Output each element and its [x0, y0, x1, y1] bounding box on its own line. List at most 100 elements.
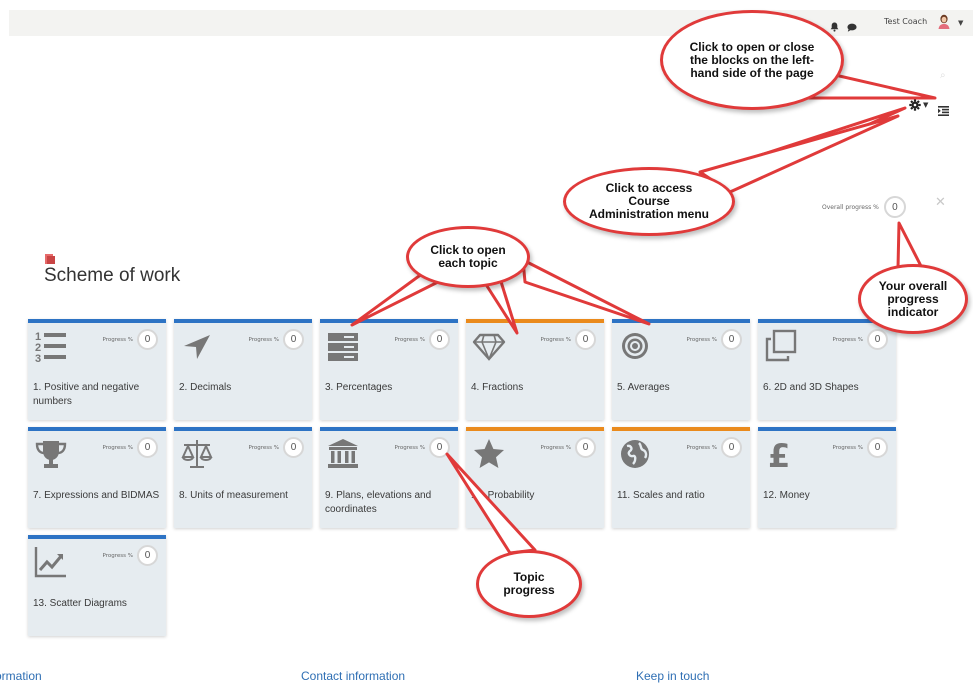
topic-name[interactable]: 7. Expressions and BIDMAS — [33, 489, 162, 503]
footer-link-keep-in-touch[interactable]: Keep in touch — [636, 669, 709, 683]
topic-tile[interactable]: Progress % 0 6. 2D and 3D Shapes — [758, 319, 896, 420]
topic-progress: Progress % 0 — [249, 329, 304, 350]
balance-scale-icon — [180, 437, 214, 471]
topic-grid: 1 2 3 Progress % 0 1. Positive and negative n… — [28, 319, 896, 636]
topic-name[interactable]: 2. Decimals — [179, 381, 308, 395]
topic-progress-ring: 0 — [137, 329, 158, 350]
topic-progress-label: Progress % — [832, 444, 863, 451]
topic-tile[interactable]: Progress % 0 13. Scatter Diagrams — [28, 535, 166, 636]
location-arrow-icon — [180, 329, 214, 363]
topic-tile[interactable]: Progress % 0 2. Decimals — [174, 319, 312, 420]
callout-open-topic: Click to open each topic — [406, 226, 530, 288]
avatar[interactable] — [937, 14, 951, 33]
chat-icon[interactable] — [847, 17, 857, 36]
topic-tile[interactable]: 1 2 3 Progress % 0 1. Positive and negative n… — [28, 319, 166, 420]
callout-topic-progress: Topic progress — [476, 550, 582, 618]
topic-progress-label: Progress % — [394, 336, 425, 343]
topic-progress: Progress % 0 — [687, 437, 742, 458]
numbered-list-icon: 123 — [34, 329, 68, 365]
topic-progress: Progress % 0 — [395, 329, 450, 350]
topic-progress-label: Progress % — [686, 336, 717, 343]
target-icon — [618, 329, 652, 363]
topic-progress: Progress % 0 — [833, 329, 888, 350]
topic-progress-label: Progress % — [540, 336, 571, 343]
course-admin-menu[interactable]: ▼ — [909, 99, 928, 111]
topic-progress-ring: 0 — [575, 437, 596, 458]
topic-tile[interactable]: Progress % 0 8. Units of measurement — [174, 427, 312, 528]
footer-link-contact-information[interactable]: Contact information — [301, 669, 405, 683]
callout-blocks-text: Click to open or close the blocks on the… — [689, 39, 815, 80]
topic-name[interactable]: 10. Probability — [471, 489, 600, 503]
topic-progress: Progress % 0 — [395, 437, 450, 458]
topic-name[interactable]: 3. Percentages — [325, 381, 454, 395]
topic-progress: Progress % 0 — [249, 437, 304, 458]
user-name[interactable]: Test Coach — [884, 17, 927, 26]
topic-progress-ring: 0 — [429, 437, 450, 458]
callout-overall: Your overall progress indicator — [858, 264, 968, 334]
topic-progress-label: Progress % — [102, 336, 133, 343]
callout-pointer-overall — [896, 221, 924, 270]
topic-name[interactable]: 4. Fractions — [471, 381, 600, 395]
blocks-drawer-toggle[interactable] — [938, 101, 949, 120]
indent-list-icon[interactable] — [938, 106, 949, 116]
topic-name[interactable]: 6. 2D and 3D Shapes — [763, 381, 892, 395]
topic-name[interactable]: 11. Scales and ratio — [617, 489, 746, 503]
topic-progress-ring: 0 — [867, 329, 888, 350]
topic-tile[interactable]: Progress % 0 7. Expressions and BIDMAS — [28, 427, 166, 528]
diamond-icon — [472, 329, 506, 363]
topic-name[interactable]: 5. Averages — [617, 381, 746, 395]
topic-tile[interactable]: Progress % 0 3. Percentages — [320, 319, 458, 420]
callout-pointer-open-topic — [521, 258, 651, 326]
callout-admin: Click to access Course Administration me… — [563, 167, 735, 236]
topic-progress-ring: 0 — [137, 437, 158, 458]
topic-tile[interactable]: Progress % 0 10. Probability — [466, 427, 604, 528]
search-icon[interactable]: ⌕ — [940, 70, 946, 81]
topic-progress-label: Progress % — [686, 444, 717, 451]
callout-blocks: Click to open or close the blocks on the… — [660, 10, 844, 110]
topic-progress: Progress % 0 — [541, 437, 596, 458]
topic-progress-ring: 0 — [721, 329, 742, 350]
callout-pointer-admin — [698, 114, 900, 194]
institution-icon — [326, 437, 360, 471]
topic-progress-label: Progress % — [102, 444, 133, 451]
trophy-icon — [34, 437, 68, 471]
topic-name[interactable]: 1. Positive and negative numbers — [33, 381, 162, 409]
topic-tile[interactable]: Progress % 0 11. Scales and ratio — [612, 427, 750, 528]
topic-progress-ring: 0 — [429, 329, 450, 350]
overall-progress-ring: 0 — [883, 196, 906, 218]
topic-tile[interactable]: Progress % 0 4. Fractions — [466, 319, 604, 420]
footer-link-information[interactable]: ormation — [0, 669, 42, 683]
topic-tile[interactable]: Progress % 0 5. Averages — [612, 319, 750, 420]
callout-overall-text: Your overall progress indicator — [878, 278, 948, 319]
topic-tile[interactable]: £ Progress % 0 12. Money — [758, 427, 896, 528]
chevron-down-icon[interactable]: ▼ — [923, 101, 928, 109]
clone-icon — [764, 329, 798, 363]
pound-sign-icon: £ — [764, 437, 798, 475]
topic-progress-ring: 0 — [283, 437, 304, 458]
star-icon — [472, 437, 506, 471]
topic-name[interactable]: 9. Plans, elevations and coordinates — [325, 489, 454, 517]
topic-tile[interactable]: Progress % 0 9. Plans, elevations and coor… — [320, 427, 458, 528]
callout-topic-progress-text: Topic progress — [503, 570, 555, 597]
svg-text:3: 3 — [35, 353, 41, 363]
bell-icon[interactable] — [830, 17, 839, 36]
topic-progress-label: Progress % — [248, 444, 279, 451]
topic-progress-label: Progress % — [394, 444, 425, 451]
callout-admin-text: Click to access Course Administration me… — [588, 181, 709, 221]
topic-name[interactable]: 13. Scatter Diagrams — [33, 597, 162, 611]
topic-name[interactable]: 8. Units of measurement — [179, 489, 308, 503]
svg-text:£: £ — [768, 437, 790, 471]
topic-progress: Progress % 0 — [687, 329, 742, 350]
topic-progress-ring: 0 — [867, 437, 888, 458]
callout-open-topic-text: Click to open each topic — [430, 243, 506, 270]
topic-name[interactable]: 12. Money — [763, 489, 892, 503]
close-icon[interactable]: ✕ — [935, 195, 946, 210]
topic-progress-ring: 0 — [721, 437, 742, 458]
globe-icon — [618, 437, 652, 471]
topic-progress-ring: 0 — [283, 329, 304, 350]
gear-icon[interactable] — [909, 99, 921, 111]
topic-progress: Progress % 0 — [541, 329, 596, 350]
chevron-down-icon[interactable]: ▼ — [958, 19, 963, 27]
topic-progress-label: Progress % — [540, 444, 571, 451]
topic-progress-label: Progress % — [832, 336, 863, 343]
